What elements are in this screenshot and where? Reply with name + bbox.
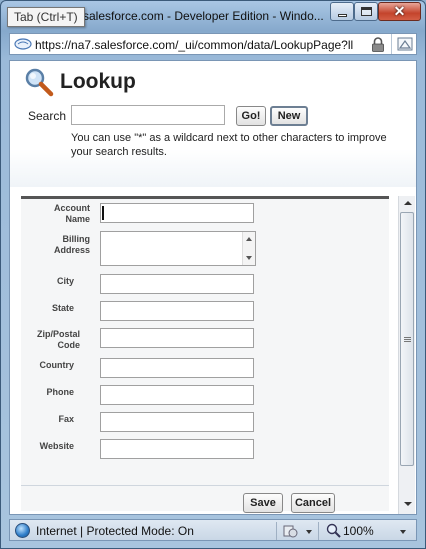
form-body: Account Name Billing Address City State … xyxy=(21,199,389,513)
billing-address-label: Billing Address xyxy=(53,234,90,255)
wildcard-hint: You can use "*" as a wildcard next to ot… xyxy=(71,132,387,158)
page-title: Lookup xyxy=(60,70,136,93)
page-icon xyxy=(14,38,32,50)
close-icon: ✕ xyxy=(393,3,406,19)
scrollbar-thumb[interactable] xyxy=(400,212,414,466)
status-bar: Internet | Protected Mode: On 100% xyxy=(9,519,417,541)
page-content: Lookup Search Go! New You can use "*" as… xyxy=(9,60,417,515)
status-divider xyxy=(318,522,319,540)
zip-postal-code-input[interactable] xyxy=(100,328,254,348)
zip-postal-code-label: Zip/Postal Code xyxy=(36,329,80,350)
city-label: City xyxy=(56,276,74,286)
window-title: salesforce.com - Developer Edition - Win… xyxy=(83,9,323,23)
search-input[interactable] xyxy=(71,105,225,125)
minimize-button[interactable] xyxy=(330,2,354,21)
state-label: State xyxy=(51,303,74,313)
lock-icon[interactable] xyxy=(371,37,385,52)
tab-tooltip: Tab (Ctrl+T) xyxy=(7,7,85,27)
security-zone-text[interactable]: Internet | Protected Mode: On xyxy=(36,524,194,538)
compatibility-view-icon[interactable] xyxy=(397,37,413,51)
phone-input[interactable] xyxy=(100,385,254,405)
account-name-label: Account Name xyxy=(54,203,90,224)
cancel-button[interactable]: Cancel xyxy=(291,493,335,513)
magnifier-icon xyxy=(25,68,54,97)
billing-address-textarea[interactable] xyxy=(100,231,256,266)
account-name-input[interactable] xyxy=(100,203,254,223)
chevron-down-icon[interactable] xyxy=(306,530,312,534)
title-bar[interactable]: salesforce.com - Developer Edition - Win… xyxy=(1,1,425,31)
fax-label: Fax xyxy=(58,414,74,424)
country-input[interactable] xyxy=(100,358,254,378)
text-cursor xyxy=(102,206,104,220)
website-label: Website xyxy=(39,441,74,451)
close-window-button[interactable]: ✕ xyxy=(378,2,421,21)
textarea-scrollbar[interactable] xyxy=(242,232,255,265)
chevron-down-icon[interactable] xyxy=(400,530,406,534)
scroll-down-icon[interactable] xyxy=(246,256,252,260)
url-text[interactable]: https://na7.salesforce.com/_ui/common/da… xyxy=(35,38,365,52)
status-divider xyxy=(276,522,277,540)
zoom-icon[interactable] xyxy=(326,523,341,538)
scroll-down-icon[interactable] xyxy=(404,502,412,506)
state-input[interactable] xyxy=(100,301,254,321)
country-label: Country xyxy=(39,360,75,370)
website-input[interactable] xyxy=(100,439,254,459)
city-input[interactable] xyxy=(100,274,254,294)
grip-icon xyxy=(404,337,411,343)
maximize-icon xyxy=(361,7,372,16)
footer-divider xyxy=(21,485,389,486)
phone-label: Phone xyxy=(46,387,74,397)
address-bar[interactable]: https://na7.salesforce.com/_ui/common/da… xyxy=(9,33,417,55)
scroll-up-icon[interactable] xyxy=(246,237,252,241)
browser-window: salesforce.com - Developer Edition - Win… xyxy=(0,0,426,549)
scroll-up-icon[interactable] xyxy=(404,201,412,205)
page-scrollbar[interactable] xyxy=(398,196,415,514)
search-label: Search xyxy=(28,109,67,123)
zoom-level[interactable]: 100% xyxy=(343,524,374,538)
fax-input[interactable] xyxy=(100,412,254,432)
internet-zone-icon xyxy=(15,523,30,538)
lookup-form: Account Name Billing Address City State … xyxy=(21,196,400,514)
address-divider xyxy=(391,34,392,54)
new-button[interactable]: New xyxy=(270,106,308,126)
go-button[interactable]: Go! xyxy=(236,106,266,126)
protected-mode-icon[interactable] xyxy=(282,523,298,538)
save-button[interactable]: Save xyxy=(243,493,283,513)
minimize-icon xyxy=(338,14,347,17)
maximize-button[interactable] xyxy=(354,2,378,21)
